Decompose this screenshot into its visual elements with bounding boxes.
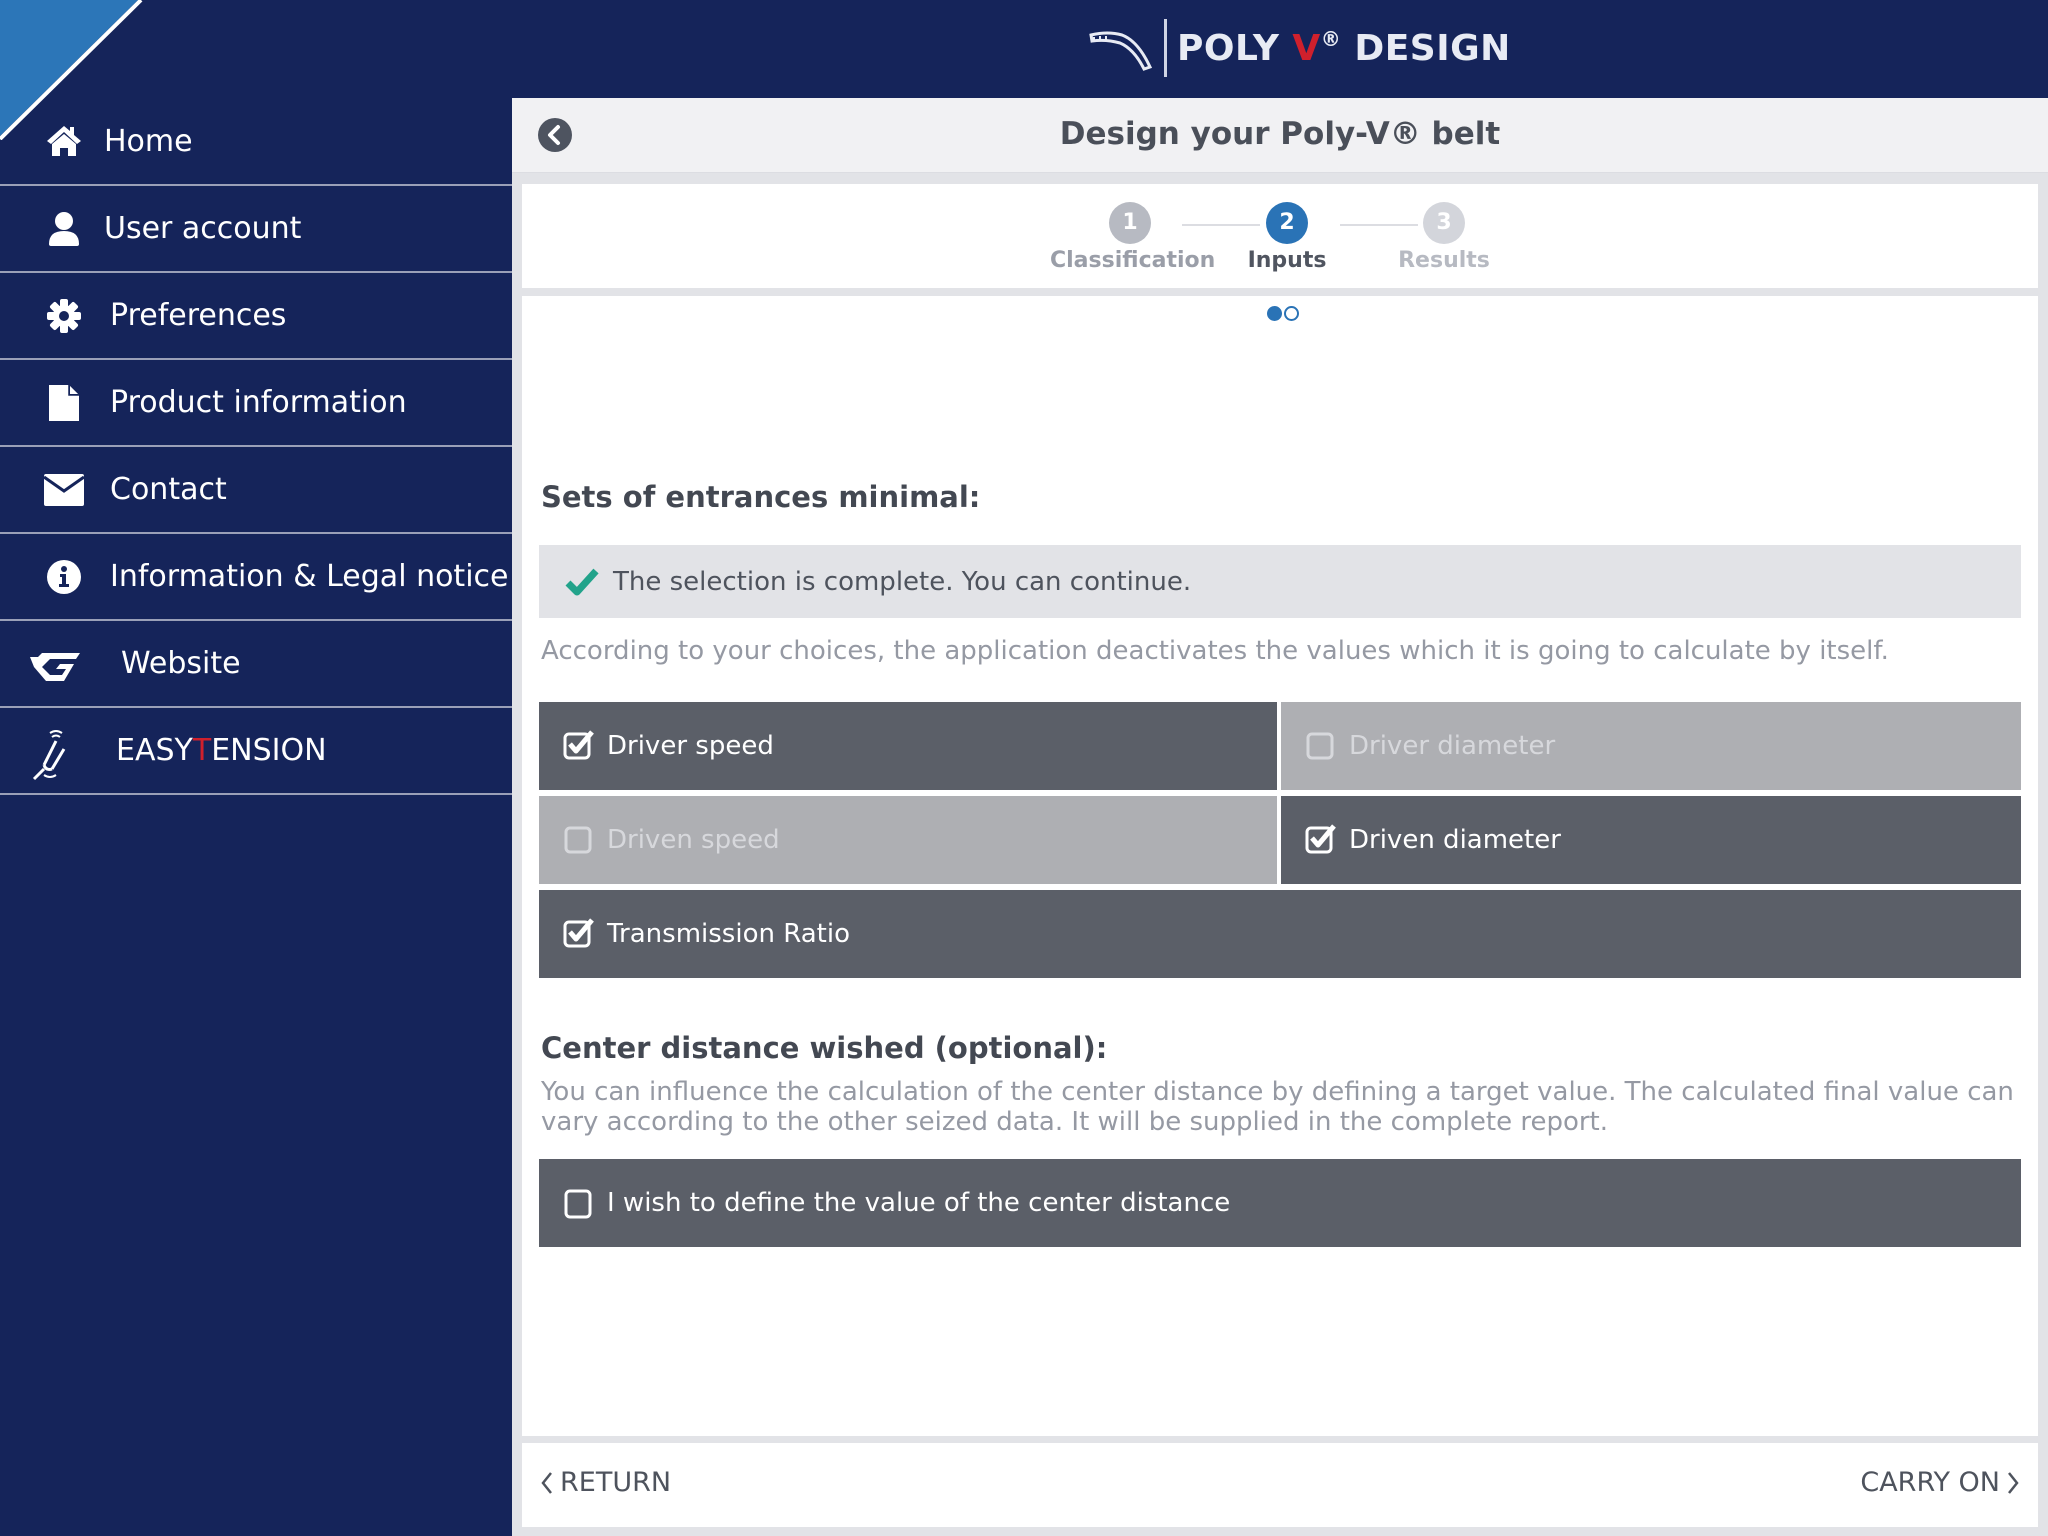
gates-logo-icon — [28, 644, 84, 684]
belt-logo-icon — [1089, 31, 1153, 71]
sidebar-item-label: User account — [104, 211, 302, 246]
app-logo: POLY V® DESIGN — [1088, 18, 1511, 78]
option-define-center-distance[interactable]: I wish to define the value of the center… — [539, 1159, 2021, 1247]
chevron-left-icon — [541, 1471, 552, 1494]
page-dot-1[interactable] — [1267, 306, 1282, 321]
sidebar-item-contact[interactable]: Contact — [0, 447, 512, 534]
sidebar-item-home[interactable]: Home — [0, 98, 512, 186]
sidebar-item-easytension[interactable]: EASYTENSION — [0, 708, 512, 795]
top-header: POLY V® DESIGN — [0, 0, 2048, 140]
page-indicator — [1267, 306, 1299, 321]
sidebar-item-label: Contact — [110, 472, 227, 507]
chevron-right-icon — [2008, 1471, 2019, 1494]
option-driven-diameter[interactable]: Driven diameter — [1281, 796, 2021, 884]
step-results[interactable]: 3 Results — [1364, 202, 1524, 273]
checkbox-empty-icon — [564, 1189, 592, 1219]
sidebar-item-label: EASYTENSION — [116, 733, 327, 768]
easytension-part1: EASY — [116, 733, 193, 768]
info-icon — [44, 557, 84, 597]
step-inputs[interactable]: 2 Inputs — [1207, 202, 1367, 273]
option-driver-diameter: Driver diameter — [1281, 702, 2021, 790]
sidebar-item-user-account[interactable]: User account — [0, 186, 512, 273]
easytension-part2: ENSION — [211, 733, 327, 768]
step-number: 2 — [1266, 202, 1308, 244]
page-dot-2[interactable] — [1284, 306, 1299, 321]
sidebar-item-label: Home — [104, 123, 193, 159]
sidebar-item-preferences[interactable]: Preferences — [0, 273, 512, 360]
option-label: Driven diameter — [1349, 825, 1561, 855]
footer-nav: RETURN CARRY ON — [522, 1443, 2038, 1527]
step-label: Classification — [1050, 248, 1216, 273]
checkbox-checked-icon — [563, 918, 594, 948]
option-driven-speed: Driven speed — [539, 796, 1277, 884]
easytension-red-letter: T — [192, 733, 212, 768]
status-text: The selection is complete. You can conti… — [613, 566, 1192, 597]
sidebar-item-label: Preferences — [110, 298, 287, 333]
return-label: RETURN — [560, 1467, 672, 1498]
envelope-icon — [44, 470, 84, 510]
checkmark-icon — [565, 568, 599, 595]
user-icon — [44, 209, 84, 249]
brand-v: V — [1292, 28, 1321, 69]
option-label: Driver diameter — [1349, 731, 1556, 761]
step-label: Results — [1398, 248, 1490, 273]
step-number: 3 — [1423, 202, 1465, 244]
gear-icon — [44, 296, 84, 336]
stepper: 1 Classification 2 Inputs 3 Results — [522, 184, 2038, 288]
document-icon — [44, 383, 84, 423]
title-bar: Design your Poly-V® belt — [512, 98, 2048, 173]
tension-tool-icon — [30, 730, 74, 781]
sidebar-nav: Home User account Preferences Product in… — [0, 98, 512, 795]
step-number: 1 — [1109, 202, 1151, 244]
option-label: Transmission Ratio — [607, 919, 850, 949]
sidebar-item-website[interactable]: Website — [0, 621, 512, 708]
checkbox-empty-icon — [564, 826, 592, 854]
brand-registered: ® — [1320, 27, 1342, 51]
option-driver-speed[interactable]: Driver speed — [539, 702, 1277, 790]
option-label: I wish to define the value of the center… — [607, 1188, 1231, 1218]
main-panel: Design your Poly-V® belt 1 Classificatio… — [512, 98, 2048, 1536]
entrances-title: Sets of entrances minimal: — [541, 480, 981, 514]
carry-on-label: CARRY ON — [1860, 1467, 2000, 1498]
sidebar-item-legal-notice[interactable]: Information & Legal notice — [0, 534, 512, 621]
option-transmission-ratio[interactable]: Transmission Ratio — [539, 890, 2021, 978]
carry-on-button[interactable]: CARRY ON — [1860, 1467, 2020, 1498]
home-icon — [44, 121, 84, 161]
return-button[interactable]: RETURN — [540, 1467, 671, 1498]
checkbox-empty-icon — [1306, 732, 1334, 760]
sidebar-item-label: Product information — [110, 385, 407, 420]
sidebar-item-product-information[interactable]: Product information — [0, 360, 512, 447]
status-message: The selection is complete. You can conti… — [539, 545, 2021, 618]
step-label: Inputs — [1247, 248, 1327, 273]
sidebar-item-label: Information & Legal notice — [110, 559, 509, 594]
app-title: POLY V® DESIGN — [1177, 27, 1511, 69]
sidebar-item-label: Website — [121, 646, 241, 681]
entrances-hint: According to your choices, the applicati… — [541, 636, 1889, 666]
inputs-card: Sets of entrances minimal: The selection… — [522, 296, 2038, 1436]
option-label: Driver speed — [607, 731, 774, 761]
logo-divider — [1164, 19, 1167, 77]
page-title: Design your Poly-V® belt — [1059, 116, 1501, 152]
step-classification[interactable]: 1 Classification — [1050, 202, 1216, 273]
checkbox-checked-icon — [563, 730, 594, 760]
checkbox-checked-icon — [1305, 824, 1336, 854]
brand-prefix: POLY — [1177, 28, 1293, 69]
option-label: Driven speed — [607, 825, 780, 855]
center-distance-title: Center distance wished (optional): — [541, 1031, 1108, 1065]
brand-suffix: DESIGN — [1341, 28, 1511, 69]
center-distance-description: You can influence the calculation of the… — [541, 1077, 2014, 1137]
